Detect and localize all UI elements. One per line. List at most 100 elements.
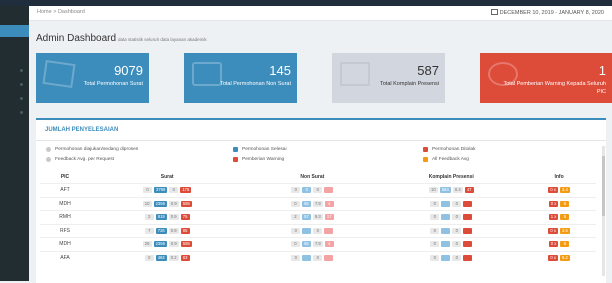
- feedback-badge: 9.3: [312, 214, 323, 221]
- divider: [36, 140, 606, 141]
- legend-item: All Feedback Avg: [423, 157, 469, 162]
- feedback-badge: 0.9: [168, 227, 179, 234]
- feedback-badge: 0: [452, 200, 462, 207]
- table-row: MDH 26 2366 0.9 559 0 65 7.9 4 0 0 0 x5: [40, 237, 596, 251]
- rejected-badge: 559: [180, 241, 192, 248]
- legend-label: Permohonan Selesai: [242, 147, 287, 152]
- done-badge: 584: [439, 187, 451, 194]
- table-row: AFT 0 3799 0 176 0 0 0 10 584 0.4 47 0 x 3.4: [40, 183, 596, 197]
- pending-badge: 0: [430, 254, 440, 261]
- warning-badge: 0 x: [548, 187, 558, 194]
- done-badge: [441, 214, 451, 221]
- pending-badge: 0: [430, 241, 440, 248]
- clipboard-icon: [340, 62, 370, 86]
- page-subtitle: data statistik seluruh data layanan akad…: [118, 37, 207, 42]
- done-badge: 0: [302, 187, 312, 194]
- done-badge: 726: [155, 227, 167, 234]
- stat-value: 9079: [114, 63, 143, 78]
- sidebar: [0, 6, 29, 281]
- date-range-picker[interactable]: DECEMBER 10, 2019 - JANUARY 8, 2020: [490, 9, 604, 16]
- rejected-badge: [463, 254, 473, 261]
- col-header-pic: PIC: [60, 174, 70, 180]
- surat-cell: 7 726 0.9 85: [90, 223, 245, 238]
- close-icon: [423, 147, 428, 152]
- feedback-badge: 0.9: [168, 200, 179, 207]
- pic-cell: MDH: [40, 237, 90, 251]
- pic-cell: AFT: [40, 183, 90, 197]
- avg-feedback-badge: 5: [560, 200, 570, 207]
- envelope-icon: [42, 60, 76, 88]
- col-header-non-surat: Non Surat: [300, 174, 325, 180]
- feedback-badge: 0: [313, 227, 323, 234]
- stat-label: Total Permohonan Surat: [83, 81, 143, 87]
- feedback-badge: 7.9: [312, 241, 323, 248]
- info-cell: 0 x5: [522, 237, 596, 251]
- stat-box-warning: 1 Total Pemberian Warning Kepada Seluruh…: [480, 53, 612, 103]
- page-title: Admin Dashboard data statistik seluruh da…: [36, 33, 207, 44]
- done-badge: [302, 254, 312, 261]
- pending-badge: 0: [430, 214, 440, 221]
- pending-badge: 0: [143, 187, 153, 194]
- rejected-badge: [463, 227, 473, 234]
- avg-feedback-badge: 5: [560, 241, 570, 248]
- avg-feedback-badge: 3.5: [559, 227, 570, 234]
- sidebar-item[interactable]: [20, 97, 23, 100]
- stat-box-surat: 9079 Total Permohonan Surat: [36, 53, 149, 103]
- warning-badge: 0 x: [548, 200, 559, 207]
- page-title-text: Admin Dashboard: [36, 33, 117, 44]
- table-row: RMH 2 819 0.9 75 2 57 9.3 17 0 0 1 x5: [40, 210, 596, 224]
- rejected-badge: [463, 200, 473, 207]
- stat-value: 1: [598, 63, 606, 78]
- done-badge: 65: [301, 200, 311, 207]
- feedback-badge: 0: [313, 254, 323, 261]
- sidebar-item[interactable]: [20, 111, 23, 114]
- sidebar-item-dashboard[interactable]: [0, 25, 29, 37]
- non-cell: 00: [244, 250, 381, 264]
- stat-label: Total Komplain Presensi: [379, 81, 439, 87]
- warning-icon: [233, 157, 238, 162]
- col-header-surat: Surat: [160, 174, 174, 180]
- table-body: AFT 0 3799 0 176 0 0 0 10 584 0.4 47 0 x 3.4 MDH 10 2366…: [40, 183, 596, 264]
- done-badge: [302, 227, 312, 234]
- scrollbar-thumb[interactable]: [602, 156, 605, 216]
- scrollbar[interactable]: [602, 146, 605, 276]
- done-badge: [441, 254, 451, 261]
- star-icon: [423, 157, 428, 162]
- feedback-badge: 0: [452, 214, 462, 221]
- sidebar-item[interactable]: [20, 83, 23, 86]
- table-row: AFA 0 484 0.2 63 0 0 0 0 0 x 5.2: [40, 250, 596, 264]
- rejected-badge: 4: [324, 200, 334, 207]
- completion-panel: JUMLAH PENYELESAIAN Permohonan diajukan/…: [36, 118, 606, 283]
- done-badge: [441, 241, 451, 248]
- content-header: Home > Dashboard DECEMBER 10, 2019 - JAN…: [29, 6, 612, 21]
- non-cell: 00: [244, 223, 381, 238]
- rejected-badge: 85: [180, 227, 190, 234]
- komp-cell: 10 584 0.4 47: [380, 183, 523, 197]
- komp-cell: 00: [380, 196, 523, 211]
- stat-label: Total Pemberian Warning Kepada Seluruh P…: [503, 81, 606, 95]
- rejected-badge: [324, 254, 334, 261]
- rejected-badge: 176: [180, 187, 192, 194]
- col-header-komplain: Komplain Presensi: [428, 174, 474, 180]
- legend-item: Pemberian Warning: [233, 157, 284, 162]
- rejected-badge: 559: [180, 200, 192, 207]
- pic-cell: AFA: [40, 250, 90, 264]
- star-outline-icon: [46, 157, 51, 162]
- main-content: Home > Dashboard DECEMBER 10, 2019 - JAN…: [29, 6, 612, 283]
- done-badge: 3799: [154, 187, 168, 194]
- surat-cell: 10 2366 0.9 559: [90, 196, 245, 211]
- surat-cell: 26 2366 0.9 559: [90, 237, 245, 251]
- feedback-badge: 0: [169, 187, 179, 194]
- sidebar-item[interactable]: [20, 69, 23, 72]
- check-icon: [233, 147, 238, 152]
- surat-cell: 0 484 0.2 63: [90, 250, 245, 264]
- pic-cell: RFS: [40, 223, 90, 238]
- done-badge: 57: [301, 214, 311, 221]
- done-badge: [441, 227, 451, 234]
- calendar-icon: [490, 9, 498, 15]
- info-cell: 0 x 3.5: [522, 223, 596, 238]
- legend-label: Pemberian Warning: [242, 157, 285, 162]
- pending-badge: 0: [430, 200, 440, 207]
- rejected-badge: [324, 187, 334, 194]
- breadcrumb[interactable]: Home > Dashboard: [37, 9, 85, 15]
